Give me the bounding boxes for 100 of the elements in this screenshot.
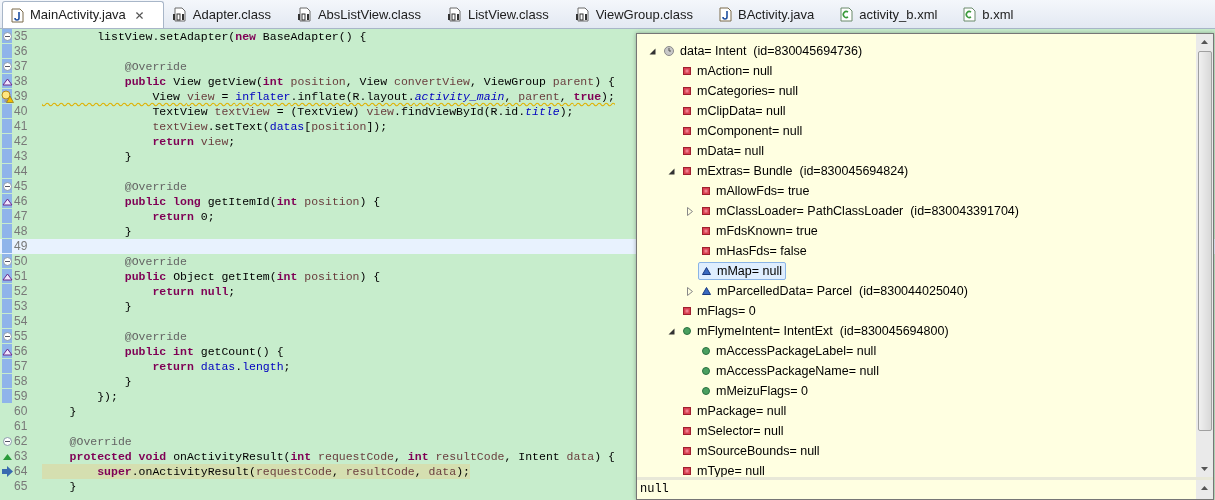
private-field-icon	[683, 67, 691, 75]
tree-item[interactable]: mAllowFds= true	[698, 182, 814, 200]
expand-arrow-icon[interactable]	[687, 286, 693, 296]
code-line: }	[123, 299, 132, 314]
scrollbar[interactable]	[1196, 34, 1213, 477]
tree-item[interactable]: mFdsKnown= true	[698, 222, 822, 240]
line-number: 65	[14, 479, 29, 494]
code-line: TextView textView = (TextView) view.findViewById(R.id.title);	[151, 104, 574, 119]
line-number: 45	[14, 179, 29, 194]
private-field-icon	[702, 227, 710, 235]
code-line: protected void onActivityResult(int requestCode, int resultCode, Intent data) {	[68, 449, 615, 464]
code-line: }	[123, 149, 132, 164]
code-line: listView.setAdapter(new BaseAdapter() {	[96, 29, 367, 44]
tree-item[interactable]: mFlags= 0	[679, 302, 760, 320]
tree-item[interactable]: mCategories= null	[679, 82, 803, 100]
xml-file-icon	[963, 7, 977, 22]
private-field-icon	[683, 307, 691, 315]
class-file-icon	[296, 7, 312, 22]
public-field-icon	[683, 327, 691, 335]
editor-tab[interactable]: activity_b.xml	[832, 1, 956, 28]
code-line: @Override	[123, 59, 187, 74]
line-number: 38	[14, 74, 29, 89]
line-number: 37	[14, 59, 29, 74]
line-number: 55	[14, 329, 29, 344]
tree-item[interactable]: mParcelledData= Parcel (id=830044025040)	[698, 282, 972, 300]
java-file-icon	[719, 7, 732, 22]
private-field-icon	[683, 87, 691, 95]
tree-item[interactable]: mSelector= null	[679, 422, 788, 440]
code-line: public int getCount() {	[123, 344, 284, 359]
collapse-arrow-icon[interactable]	[667, 327, 675, 335]
collapse-arrow-icon[interactable]	[667, 167, 675, 175]
tree-item[interactable]: mSourceBounds= null	[679, 442, 824, 460]
tree-item[interactable]: mPackage= null	[679, 402, 791, 420]
scroll-thumb[interactable]	[1197, 51, 1212, 431]
class-file-icon	[171, 7, 187, 22]
code-line: }	[123, 374, 132, 389]
editor-tab[interactable]: MainActivity.java	[2, 1, 164, 28]
package-field-icon	[702, 287, 711, 295]
tree-item[interactable]: mExtras= Bundle (id=830045694824)	[679, 162, 913, 180]
private-field-icon	[683, 127, 691, 135]
editor-tab[interactable]: ViewGroup.class	[566, 1, 711, 28]
code-line: }	[68, 479, 77, 494]
tree-item[interactable]: mMap= null	[698, 262, 786, 280]
tree-item[interactable]: mClipData= null	[679, 102, 790, 120]
private-field-icon	[683, 467, 691, 475]
editor-tab[interactable]: BActivity.java	[711, 1, 833, 28]
editor-tab[interactable]: b.xml	[955, 1, 1032, 28]
implements-triangle-icon	[1, 452, 13, 461]
line-number: 57	[14, 359, 29, 374]
collapse-arrow-icon[interactable]	[648, 47, 656, 55]
tree-item[interactable]: mFlymeIntent= IntentExt (id=830045694800)	[679, 322, 953, 340]
editor-tab[interactable]: Adapter.class	[163, 1, 289, 28]
code-line: return 0;	[151, 209, 215, 224]
line-number: 58	[14, 374, 29, 389]
code-line: return view;	[151, 134, 236, 149]
private-field-icon	[683, 167, 691, 175]
line-number: 53	[14, 299, 29, 314]
expand-arrow-icon[interactable]	[687, 206, 693, 216]
line-number: 41	[14, 119, 29, 134]
private-field-icon	[683, 447, 691, 455]
tree-item[interactable]: mType= null	[679, 462, 769, 477]
editor-tab[interactable]: ListView.class	[439, 1, 567, 28]
line-number: 52	[14, 284, 29, 299]
private-field-icon	[683, 407, 691, 415]
code-line: @Override	[68, 434, 132, 449]
line-number: 47	[14, 209, 29, 224]
line-number: 56	[14, 344, 29, 359]
code-line: View view = inflater.inflate(R.layout.activity_main, parent, true);	[151, 89, 615, 104]
tree-item[interactable]: mAccessPackageLabel= null	[698, 342, 881, 360]
override-triangle-icon	[1, 272, 13, 281]
line-number: 54	[14, 314, 29, 329]
close-icon[interactable]	[133, 9, 145, 21]
line-number: 42	[14, 134, 29, 149]
tree-item[interactable]: mData= null	[679, 142, 769, 160]
code-line: public long getItemId(int position) {	[123, 194, 381, 209]
tree-item[interactable]: mAction= null	[679, 62, 777, 80]
tree-item[interactable]: mClassLoader= PathClassLoader (id=830043391704)	[698, 202, 1023, 220]
public-field-icon	[702, 347, 710, 355]
tree-item[interactable]: mComponent= null	[679, 122, 807, 140]
override-triangle-icon	[1, 347, 13, 356]
class-file-icon	[574, 7, 590, 22]
public-field-icon	[702, 387, 710, 395]
line-number: 59	[14, 389, 29, 404]
private-field-icon	[702, 247, 710, 255]
debug-arrow-icon	[0, 466, 14, 477]
code-line: public View getView(int position, View convertView, ViewGroup parent) {	[123, 74, 615, 89]
line-number: 43	[14, 149, 29, 164]
tree-item[interactable]: mMeizuFlags= 0	[698, 382, 813, 400]
code-line: public Object getItem(int position) {	[123, 269, 381, 284]
fold-icon[interactable]	[2, 437, 12, 446]
code-line: @Override	[123, 179, 187, 194]
tree-item[interactable]: mAccessPackageName= null	[698, 362, 883, 380]
line-number: 46	[14, 194, 29, 209]
tree-item[interactable]: mHasFds= false	[698, 242, 811, 260]
code-line: }	[68, 404, 77, 419]
editor-tab[interactable]: AbsListView.class	[288, 1, 439, 28]
line-number: 44	[14, 164, 29, 179]
tree-item[interactable]: data= Intent (id=830045694736)	[660, 42, 867, 60]
line-number: 50	[14, 254, 29, 269]
code-line: });	[96, 389, 118, 404]
